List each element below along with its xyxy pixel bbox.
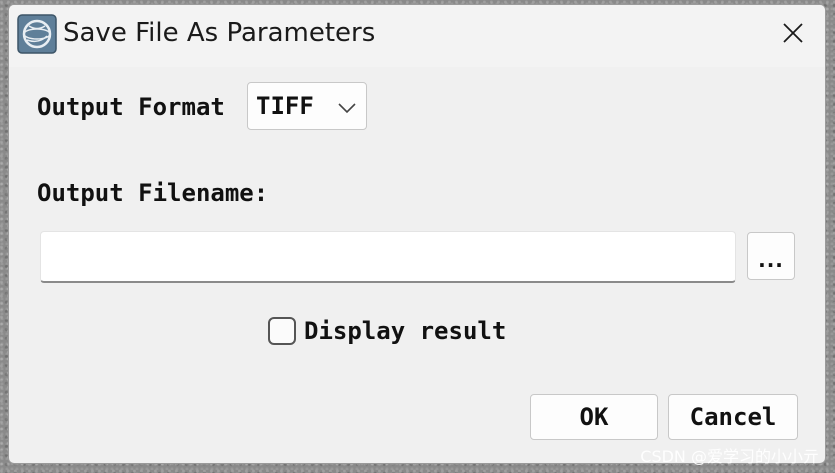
- display-result-label: Display result: [304, 317, 507, 345]
- chevron-down-icon: [336, 97, 358, 119]
- output-filename-input[interactable]: [40, 231, 736, 283]
- output-filename-label: Output Filename:: [37, 179, 269, 207]
- display-result-toggle[interactable]: Display result: [268, 315, 506, 347]
- save-file-as-dialog: Save File As Parameters Output Format TI…: [8, 4, 826, 464]
- output-format-label: Output Format: [37, 93, 225, 121]
- browse-button[interactable]: ...: [747, 232, 795, 280]
- close-icon[interactable]: [782, 22, 804, 48]
- cancel-button[interactable]: Cancel: [668, 394, 798, 440]
- envi-globe-icon: [17, 14, 57, 54]
- title-bar: Save File As Parameters: [9, 5, 825, 67]
- output-format-value: TIFF: [256, 92, 314, 120]
- close-button[interactable]: [771, 13, 815, 57]
- ok-button[interactable]: OK: [530, 394, 658, 440]
- watermark-text: CSDN @爱学习的小小亓: [640, 447, 819, 466]
- window-title: Save File As Parameters: [63, 18, 376, 48]
- display-result-checkbox[interactable]: [268, 317, 296, 345]
- output-format-select[interactable]: TIFF: [247, 82, 367, 130]
